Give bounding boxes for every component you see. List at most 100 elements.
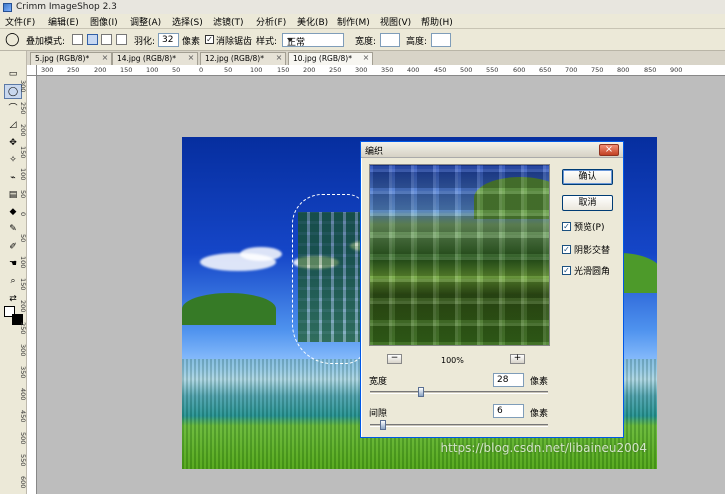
shadow-checkbox-row[interactable]: ✓ 阴影交替	[562, 243, 610, 256]
menu-make[interactable]: 制作(M)	[337, 15, 370, 28]
app-title: Crimm ImageShop 2.3	[16, 2, 117, 12]
h-ruler-label: 900	[670, 66, 683, 74]
document-tabs: 5.jpg (RGB/8)* × 14.jpg (RGB/8)* × 12.jpg …	[27, 51, 725, 65]
width-input[interactable]: 28	[493, 373, 524, 387]
h-ruler-label: 250	[329, 66, 342, 74]
tab-12-label: 12.jpg (RGB/8)*	[205, 54, 264, 63]
preview-image[interactable]	[369, 164, 550, 346]
h-ruler-label: 200	[303, 66, 316, 74]
v-ruler-label: 150	[19, 278, 27, 291]
ok-button[interactable]: 确认	[562, 169, 613, 185]
menu-edit[interactable]: 编辑(E)	[48, 15, 79, 28]
h-ruler-label: 300	[355, 66, 368, 74]
gap-slider[interactable]	[370, 420, 548, 430]
menu-filter[interactable]: 滤镜(T)	[213, 15, 244, 28]
close-icon[interactable]: ×	[101, 54, 109, 62]
dialog-titlebar[interactable]: 编织 ×	[361, 142, 623, 158]
width-label: 宽度	[369, 377, 388, 387]
close-icon[interactable]: ×	[362, 54, 370, 62]
v-ruler-label: 400	[19, 388, 27, 401]
h-ruler-label: 400	[407, 66, 420, 74]
shadow-label: 阴影交替	[574, 246, 611, 256]
antialias-checkbox[interactable]: ✓	[205, 35, 214, 44]
h-ruler-label: 50	[224, 66, 233, 74]
h-ruler-label: 600	[513, 66, 526, 74]
height-label: 高度:	[406, 37, 428, 47]
preview-weave-horizontal	[370, 165, 549, 345]
zoom-out-button[interactable]: −	[387, 354, 402, 364]
style-label: 样式:	[256, 37, 278, 47]
feather-input[interactable]: 32	[158, 33, 179, 47]
zoom-level: 100%	[441, 356, 464, 365]
distant-hill	[182, 293, 276, 325]
tab-5[interactable]: 5.jpg (RGB/8)* ×	[30, 52, 112, 65]
menu-help[interactable]: 帮助(H)	[421, 15, 453, 28]
feather-unit: 像素	[182, 37, 201, 47]
selection-marquee[interactable]	[292, 194, 366, 364]
v-ruler-label: 250	[19, 102, 27, 115]
toolbox: ▭ ◯ ⌒ ◿ ✥ ✧ ⌁ ▤ ◆ ✎ ✐ ☚ ⌕ ⇄	[0, 51, 27, 494]
width-slider-thumb[interactable]	[418, 387, 425, 397]
cancel-button[interactable]: 取消	[562, 195, 613, 211]
v-ruler-label: 200	[19, 300, 27, 313]
h-ruler-label: 700	[565, 66, 578, 74]
close-icon[interactable]: ×	[599, 144, 619, 156]
height-input[interactable]	[431, 33, 451, 47]
gap-slider-thumb[interactable]	[380, 420, 387, 430]
zoom-in-button[interactable]: +	[510, 354, 525, 364]
v-ruler-label: 300	[19, 344, 27, 357]
menu-adjust[interactable]: 调整(A)	[130, 15, 161, 28]
h-ruler-label: 100	[250, 66, 263, 74]
tab-12[interactable]: 12.jpg (RGB/8)* ×	[200, 52, 286, 65]
width-input[interactable]	[380, 33, 400, 47]
close-icon[interactable]: ×	[275, 54, 283, 62]
h-ruler-label: 200	[94, 66, 107, 74]
intersect-selection-icon[interactable]	[116, 34, 127, 45]
smooth-checkbox-row[interactable]: ✓ 光滑圆角	[562, 264, 610, 277]
menu-beautify[interactable]: 美化(B)	[297, 15, 328, 28]
v-ruler-label: 500	[19, 432, 27, 445]
preview-checkbox[interactable]: ✓	[562, 222, 571, 231]
v-ruler-label: 50	[19, 234, 27, 243]
h-ruler-label: 450	[434, 66, 447, 74]
v-ruler-label: 200	[19, 124, 27, 137]
style-select[interactable]: 正常	[282, 33, 344, 48]
h-ruler-label: 350	[381, 66, 394, 74]
shadow-checkbox[interactable]: ✓	[562, 245, 571, 254]
app-logo-icon	[3, 2, 12, 12]
new-selection-icon[interactable]	[72, 34, 83, 45]
h-ruler-label: 800	[617, 66, 630, 74]
tab-14[interactable]: 14.jpg (RGB/8)* ×	[112, 52, 198, 65]
options-bar: ◯ 叠加模式: 羽化: 32 像素 ✓ 消除锯齿 样式: 正常 宽度: 高度:	[0, 29, 725, 51]
width-unit: 像素	[530, 377, 549, 387]
preview-checkbox-row[interactable]: ✓ 预览(P)	[562, 220, 604, 233]
gap-input[interactable]: 6	[493, 404, 524, 418]
dialog-title: 编织	[365, 147, 384, 157]
add-selection-icon[interactable]	[87, 34, 98, 45]
antialias-label: 消除锯齿	[216, 37, 253, 47]
width-slider[interactable]	[370, 387, 548, 397]
menu-file[interactable]: 文件(F)	[5, 15, 35, 28]
menu-view[interactable]: 视图(V)	[380, 15, 411, 28]
rect-marquee-icon[interactable]: ▭	[4, 66, 22, 81]
h-ruler-label: 750	[591, 66, 604, 74]
v-ruler-label: 150	[19, 146, 27, 159]
close-icon[interactable]: ×	[187, 54, 195, 62]
h-ruler-label: 650	[539, 66, 552, 74]
menu-select[interactable]: 选择(S)	[172, 15, 203, 28]
menu-analyze[interactable]: 分析(F)	[256, 15, 286, 28]
tab-14-label: 14.jpg (RGB/8)*	[117, 54, 176, 63]
watermark-text: https://blog.csdn.net/libaineu2004	[440, 441, 647, 455]
h-ruler-label: 500	[460, 66, 473, 74]
h-ruler-label: 550	[486, 66, 499, 74]
menu-image[interactable]: 图像(I)	[90, 15, 118, 28]
tab-10[interactable]: 10.jpg (RGB/8)* ×	[288, 52, 373, 65]
v-ruler-label: 100	[19, 256, 27, 269]
vertical-ruler: 300 250 200 150 100 50 0 50 100 150 200 …	[19, 76, 37, 494]
smooth-checkbox[interactable]: ✓	[562, 266, 571, 275]
h-ruler-label: 150	[120, 66, 133, 74]
subtract-selection-icon[interactable]	[101, 34, 112, 45]
h-ruler-label: 250	[67, 66, 80, 74]
smooth-label: 光滑圆角	[574, 267, 611, 277]
cloud	[240, 247, 282, 261]
